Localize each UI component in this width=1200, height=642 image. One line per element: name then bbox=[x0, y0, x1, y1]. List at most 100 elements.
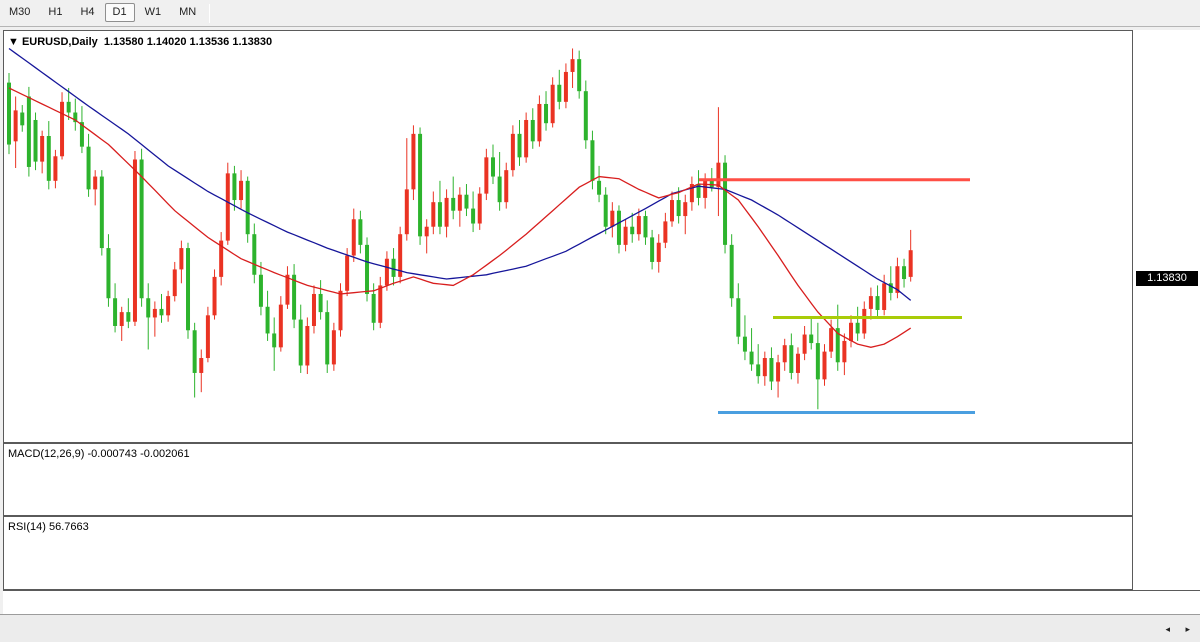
candle-body bbox=[100, 177, 104, 249]
candle-body bbox=[252, 234, 256, 275]
candle-body bbox=[849, 323, 853, 341]
candles-layer bbox=[7, 48, 913, 409]
candle-body bbox=[378, 285, 382, 322]
candle-body bbox=[882, 283, 886, 310]
timeframe-button-mn[interactable]: MN bbox=[171, 3, 204, 22]
candle-body bbox=[438, 202, 442, 227]
candle-body bbox=[159, 309, 163, 315]
timeframe-button-h4[interactable]: H4 bbox=[72, 3, 102, 22]
ma-slow-blue-line bbox=[9, 49, 911, 301]
candle-body bbox=[358, 219, 362, 245]
candle-body bbox=[584, 91, 588, 140]
timeframe-button-d1[interactable]: D1 bbox=[105, 3, 135, 22]
candle-body bbox=[113, 298, 117, 326]
candle-body bbox=[796, 354, 800, 373]
candle-body bbox=[193, 330, 197, 373]
candle-body bbox=[305, 326, 309, 365]
candle-body bbox=[312, 294, 316, 326]
candle-body bbox=[902, 266, 906, 279]
candle-body bbox=[816, 343, 820, 379]
ohlc-low: 1.13536 bbox=[190, 36, 230, 48]
candle-body bbox=[27, 97, 31, 167]
candle-body bbox=[14, 110, 18, 141]
tab-scroll-left-icon[interactable]: ◂ bbox=[1165, 624, 1170, 635]
symbol-dropdown-arrow-icon[interactable]: ▼ bbox=[8, 36, 19, 48]
price-chart-canvas[interactable] bbox=[4, 31, 1132, 442]
candle-body bbox=[537, 104, 541, 141]
candle-body bbox=[246, 181, 250, 234]
timeframe-button-m30[interactable]: M30 bbox=[1, 3, 38, 22]
candle-body bbox=[809, 335, 813, 344]
candle-body bbox=[504, 170, 508, 202]
candle-body bbox=[551, 85, 555, 123]
rsi-label: RSI(14) 56.7663 bbox=[8, 521, 89, 533]
candle-body bbox=[20, 113, 24, 126]
candle-body bbox=[120, 312, 124, 326]
candle-body bbox=[239, 181, 243, 200]
rsi-canvas[interactable] bbox=[4, 517, 1132, 589]
candle-body bbox=[624, 227, 628, 245]
candle-body bbox=[179, 248, 183, 269]
candle-body bbox=[339, 291, 343, 330]
candle-body bbox=[524, 120, 528, 157]
candle-body bbox=[106, 248, 110, 298]
timeframe-button-w1[interactable]: W1 bbox=[137, 3, 170, 22]
candle-body bbox=[511, 134, 515, 170]
candle-body bbox=[842, 341, 846, 362]
candle-body bbox=[637, 216, 641, 234]
candle-body bbox=[776, 362, 780, 381]
terminal-window: M30H1H4D1W1MN ▼ EURUSD,Daily 1.13580 1.1… bbox=[0, 0, 1200, 642]
candle-body bbox=[345, 256, 349, 291]
candle-body bbox=[478, 194, 482, 224]
candle-body bbox=[372, 294, 376, 323]
candle-body bbox=[743, 337, 747, 352]
candle-body bbox=[332, 330, 336, 364]
candle-body bbox=[544, 104, 548, 123]
candle-body bbox=[266, 307, 270, 334]
candle-body bbox=[173, 269, 177, 296]
candle-body bbox=[577, 59, 581, 91]
candle-body bbox=[557, 85, 561, 102]
candle-body bbox=[53, 156, 57, 181]
rsi-indicator-panel[interactable] bbox=[3, 516, 1133, 590]
candle-body bbox=[789, 345, 793, 373]
chart-tab-bar: ◂ ▸ bbox=[0, 614, 1200, 642]
candle-body bbox=[464, 195, 468, 209]
macd-signal-value: -0.002061 bbox=[140, 448, 190, 460]
candle-body bbox=[47, 136, 51, 181]
ohlc-open: 1.13580 bbox=[104, 36, 144, 48]
candle-body bbox=[279, 305, 283, 348]
main-chart-panel[interactable] bbox=[3, 30, 1133, 443]
candle-body bbox=[7, 83, 11, 145]
candle-body bbox=[458, 195, 462, 211]
date-axis[interactable] bbox=[3, 590, 1200, 614]
candle-body bbox=[484, 157, 488, 193]
chart-symbol-label: EURUSD,Daily bbox=[22, 36, 98, 48]
candle-body bbox=[471, 209, 475, 224]
candle-body bbox=[703, 181, 707, 198]
candle-body bbox=[153, 309, 157, 318]
candle-body bbox=[34, 120, 38, 162]
candle-body bbox=[418, 134, 422, 236]
candle-body bbox=[683, 202, 687, 216]
candle-body bbox=[862, 309, 866, 334]
candle-body bbox=[431, 202, 435, 227]
tab-scroll-right-icon[interactable]: ▸ bbox=[1185, 624, 1190, 635]
candle-body bbox=[663, 221, 667, 242]
candle-body bbox=[199, 358, 203, 373]
candle-body bbox=[491, 157, 495, 176]
candle-body bbox=[518, 134, 522, 157]
candle-body bbox=[206, 315, 210, 358]
candle-body bbox=[166, 296, 170, 315]
price-scale[interactable]: 1.13830 bbox=[1133, 30, 1200, 590]
candle-body bbox=[93, 177, 97, 190]
candle-body bbox=[730, 245, 734, 298]
candle-body bbox=[716, 163, 720, 188]
candle-body bbox=[232, 173, 236, 200]
rsi-value: 56.7663 bbox=[49, 521, 89, 533]
timeframe-toolbar: M30H1H4D1W1MN bbox=[0, 0, 1200, 27]
candle-body bbox=[650, 237, 654, 262]
candle-body bbox=[610, 211, 614, 227]
candle-body bbox=[769, 358, 773, 381]
timeframe-button-h1[interactable]: H1 bbox=[40, 3, 70, 22]
